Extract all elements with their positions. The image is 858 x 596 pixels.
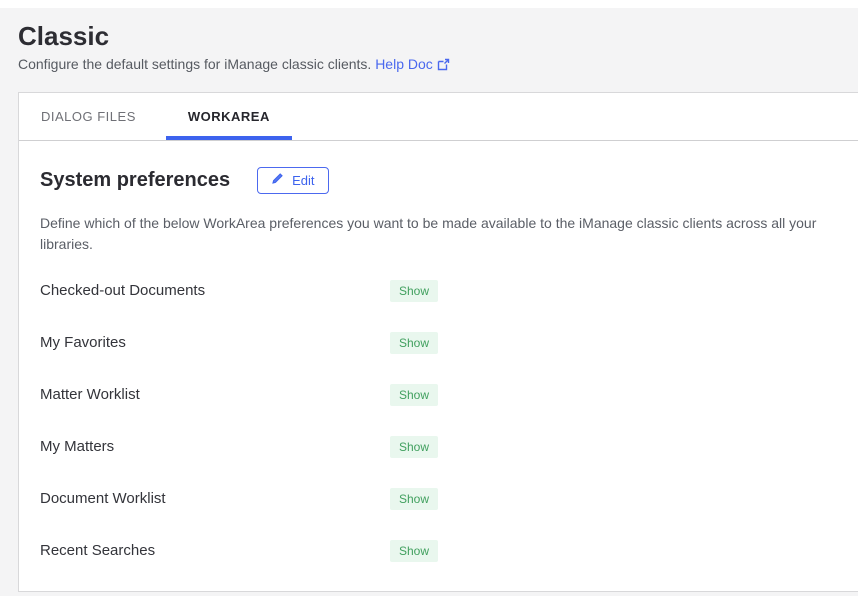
tab-dialog-files[interactable]: DIALOG FILES: [19, 93, 158, 140]
workarea-tab-panel: System preferences Edit Define which of …: [19, 141, 858, 591]
preference-row: My Matters Show: [40, 421, 836, 473]
edit-button[interactable]: Edit: [257, 167, 328, 194]
preference-label: Checked-out Documents: [40, 282, 390, 299]
preference-list: Checked-out Documents Show My Favorites …: [40, 265, 836, 577]
section-heading-row: System preferences Edit: [40, 167, 836, 194]
preference-label: Recent Searches: [40, 542, 390, 559]
section-description: Define which of the below WorkArea prefe…: [40, 213, 836, 255]
preference-label: Document Worklist: [40, 490, 390, 507]
status-badge: Show: [390, 384, 438, 406]
status-badge: Show: [390, 488, 438, 510]
tab-workarea[interactable]: WORKAREA: [166, 93, 292, 140]
preference-row: My Favorites Show: [40, 317, 836, 369]
page-title: Classic: [18, 21, 838, 52]
section-heading: System preferences: [40, 169, 230, 192]
page-subtitle: Configure the default settings for iMana…: [18, 55, 838, 75]
settings-card: DIALOG FILES WORKAREA System preferences…: [18, 92, 858, 592]
top-strip: [0, 0, 858, 8]
help-doc-link-label: Help Doc: [375, 55, 433, 75]
preference-row: Matter Worklist Show: [40, 369, 836, 421]
status-badge: Show: [390, 280, 438, 302]
preference-label: My Matters: [40, 438, 390, 455]
preference-row: Checked-out Documents Show: [40, 265, 836, 317]
edit-button-label: Edit: [292, 173, 314, 188]
tab-bar: DIALOG FILES WORKAREA: [19, 93, 858, 141]
status-badge: Show: [390, 436, 438, 458]
preference-row: Recent Searches Show: [40, 525, 836, 577]
status-badge: Show: [390, 540, 438, 562]
external-link-icon: [437, 55, 450, 75]
page-header: Classic Configure the default settings f…: [0, 8, 858, 75]
pencil-icon: [271, 172, 284, 188]
preference-label: My Favorites: [40, 334, 390, 351]
page-subtitle-text: Configure the default settings for iMana…: [18, 56, 371, 72]
preference-label: Matter Worklist: [40, 386, 390, 403]
status-badge: Show: [390, 332, 438, 354]
help-doc-link[interactable]: Help Doc: [375, 55, 450, 75]
preference-row: Document Worklist Show: [40, 473, 836, 525]
